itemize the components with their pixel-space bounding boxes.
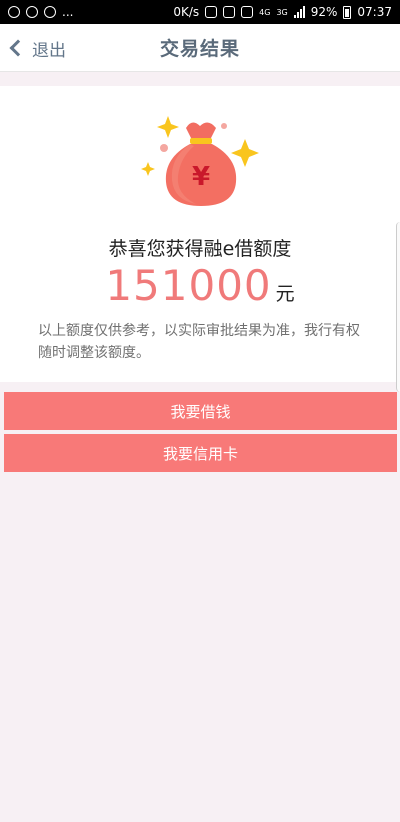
chevron-left-icon — [9, 39, 27, 57]
vibrate-icon — [223, 6, 236, 18]
result-card: ¥ 恭喜您获得融e借额度 151000 元 以上额度仅供参考，以实际审批结果为准，… — [0, 86, 400, 382]
money-bag-icon: ¥ — [140, 114, 260, 210]
network-3g: 3G — [276, 7, 288, 17]
weather-icon — [26, 6, 38, 18]
back-button[interactable]: 退出 — [8, 24, 66, 72]
currency-unit: 元 — [275, 283, 295, 305]
nfc-icon — [205, 6, 218, 18]
more-notifications: ... — [62, 5, 74, 19]
credit-amount: 151000 — [105, 261, 272, 310]
sparkle-icon — [231, 139, 259, 167]
sparkle-icon — [141, 162, 155, 176]
back-label: 退出 — [32, 40, 66, 61]
network-4g: 4G — [259, 7, 271, 17]
wechat-icon — [8, 6, 20, 18]
battery-percent: 92% — [310, 5, 338, 19]
signal-icon — [293, 6, 305, 18]
credit-amount-row: 151000 元 — [0, 261, 400, 310]
account-icon — [44, 6, 56, 18]
side-drawer-handle[interactable] — [396, 222, 400, 392]
status-bar: ... 0K/s 4G 3G 92% 07:37 — [0, 0, 400, 24]
net-speed: 0K/s — [173, 5, 200, 19]
credit-card-button[interactable]: 我要信用卡 — [4, 434, 397, 472]
clock: 07:37 — [357, 5, 392, 19]
nav-header: 退出 交易结果 — [0, 24, 400, 72]
yen-symbol: ¥ — [191, 162, 211, 192]
borrow-button[interactable]: 我要借钱 — [4, 392, 397, 430]
sim-icon — [241, 6, 254, 18]
battery-icon — [343, 5, 352, 19]
status-left: ... — [8, 5, 73, 19]
congrats-message: 恭喜您获得融e借额度 — [108, 238, 292, 260]
status-right: 0K/s 4G 3G 92% 07:37 — [173, 5, 392, 19]
disclaimer-note: 以上额度仅供参考，以实际审批结果为准，我行有权随时调整该额度。 — [38, 323, 360, 361]
page-title: 交易结果 — [159, 38, 240, 60]
sparkle-icon — [157, 116, 179, 138]
